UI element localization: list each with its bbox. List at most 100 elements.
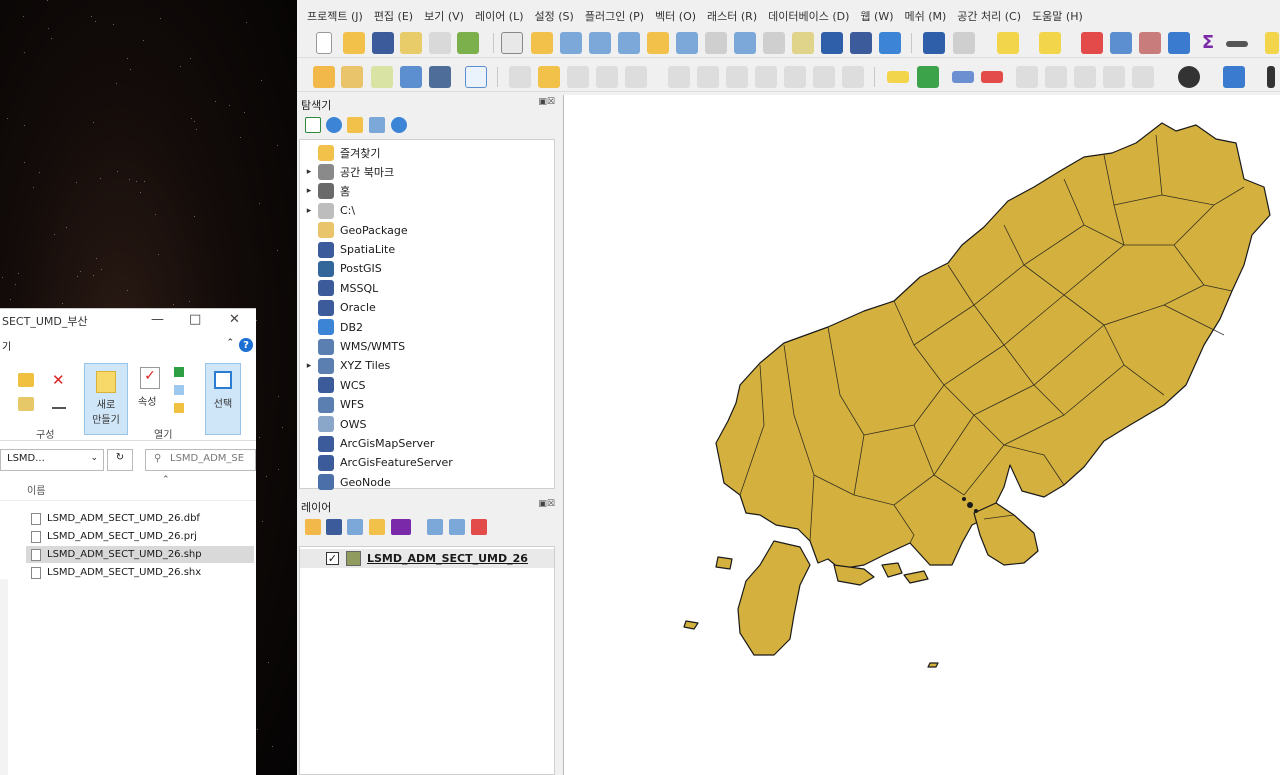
identify-icon[interactable]: [923, 32, 945, 54]
address-bar[interactable]: LSMD... ⌄: [0, 449, 104, 471]
show-hide-labels-icon[interactable]: [1103, 66, 1125, 88]
layer-visibility-checkbox[interactable]: ✓: [326, 552, 339, 565]
highlight-labels-icon[interactable]: [981, 71, 1003, 83]
browser-item[interactable]: MSSQL: [300, 279, 554, 298]
nav-pane-scrollbar[interactable]: [0, 579, 8, 775]
browser-item[interactable]: ▸ XYZ Tiles: [300, 356, 554, 375]
toolbar-overflow-icon[interactable]: [1267, 66, 1275, 88]
save-as-icon[interactable]: [400, 32, 422, 54]
new-spatialite-icon[interactable]: [400, 66, 422, 88]
browser-item[interactable]: GeoNode: [300, 473, 554, 492]
new-map-view-icon[interactable]: [792, 32, 814, 54]
browser-item[interactable]: GeoPackage: [300, 221, 554, 240]
browser-item[interactable]: Oracle: [300, 298, 554, 317]
browser-item[interactable]: ▸ 공간 북마크: [300, 162, 554, 181]
refresh-icon[interactable]: [879, 32, 901, 54]
redo-icon[interactable]: [842, 66, 864, 88]
print-layout-icon[interactable]: [429, 32, 451, 54]
qms-plugin-icon[interactable]: [1178, 66, 1200, 88]
save-edits-icon[interactable]: [567, 66, 589, 88]
expand-arrow-icon[interactable]: ▸: [300, 361, 318, 371]
new-geopackage-icon[interactable]: [341, 66, 363, 88]
zoom-native-icon[interactable]: [705, 32, 727, 54]
layer-styling-icon[interactable]: [305, 519, 321, 535]
copy-icon[interactable]: [755, 66, 777, 88]
current-edits-icon[interactable]: [509, 66, 531, 88]
layers-tree[interactable]: ✓ LSMD_ADM_SECT_UMD_26: [299, 546, 555, 775]
browser-item[interactable]: ▸ C:\: [300, 201, 554, 220]
refresh-browser-icon[interactable]: [326, 117, 342, 133]
cut-icon[interactable]: [726, 66, 748, 88]
change-label-icon[interactable]: [1074, 66, 1096, 88]
python-console-icon[interactable]: [1223, 66, 1245, 88]
panel-float-close-icon[interactable]: ▣☒: [538, 97, 555, 107]
collapse-all-icon[interactable]: [369, 117, 385, 133]
properties-label[interactable]: 속성: [138, 393, 156, 408]
layer-symbol-swatch[interactable]: [346, 551, 361, 566]
measure-icon[interactable]: [1226, 41, 1248, 47]
browser-item[interactable]: 즐겨찾기: [300, 143, 554, 162]
zoom-selection-icon[interactable]: [647, 32, 669, 54]
close-icon[interactable]: ✕: [229, 312, 240, 327]
new-temp-layer-icon[interactable]: [429, 66, 451, 88]
zoom-next-icon[interactable]: [763, 32, 785, 54]
temporal-controller-icon[interactable]: [821, 32, 843, 54]
run-action-icon[interactable]: [953, 32, 975, 54]
layer-name[interactable]: LSMD_ADM_SECT_UMD_26: [367, 552, 528, 565]
help-icon[interactable]: ?: [239, 338, 253, 352]
zoom-last-icon[interactable]: [734, 32, 756, 54]
expand-all-icon[interactable]: [427, 519, 443, 535]
copy-to-icon[interactable]: [18, 397, 34, 411]
layer-row[interactable]: ✓ LSMD_ADM_SECT_UMD_26: [300, 549, 554, 568]
style-manager-icon[interactable]: [457, 32, 479, 54]
file-row[interactable]: LSMD_ADM_SECT_UMD_26.prj: [26, 528, 254, 545]
vertex-tool-icon[interactable]: [625, 66, 647, 88]
toggle-editing-icon[interactable]: [538, 66, 560, 88]
minimize-icon[interactable]: —: [151, 312, 164, 327]
browser-tree[interactable]: 즐겨찾기 ▸ 공간 북마크 ▸ 홈 ▸ C:\ GeoPackage SpatiaLite Pos…: [299, 139, 555, 492]
map-tips-icon[interactable]: [1265, 32, 1279, 54]
zoom-full-icon[interactable]: [618, 32, 640, 54]
pan-to-selection-icon[interactable]: [531, 32, 553, 54]
move-label-icon[interactable]: [1016, 66, 1038, 88]
file-row[interactable]: LSMD_ADM_SECT_UMD_26.shx: [26, 564, 254, 581]
column-name-header[interactable]: 이름: [27, 482, 45, 497]
select-features-icon[interactable]: [997, 32, 1019, 54]
statistics-icon[interactable]: [1139, 32, 1161, 54]
digitize-icon[interactable]: [596, 66, 618, 88]
zoom-layer-icon[interactable]: [676, 32, 698, 54]
panel-float-close-icon[interactable]: ▣☒: [538, 499, 555, 509]
filter-legend-icon[interactable]: [369, 519, 385, 535]
history-icon[interactable]: [174, 403, 184, 413]
expand-arrow-icon[interactable]: ▸: [300, 186, 318, 196]
label-properties-icon[interactable]: [1132, 66, 1154, 88]
sum-icon[interactable]: Σ: [1197, 32, 1219, 54]
browser-item[interactable]: PostGIS: [300, 259, 554, 278]
file-row-selected[interactable]: LSMD_ADM_SECT_UMD_26.shp: [26, 546, 254, 563]
delete-icon[interactable]: ✕: [52, 371, 65, 389]
open-icon[interactable]: [174, 367, 184, 377]
manage-visibility-icon[interactable]: [347, 519, 363, 535]
add-group-icon[interactable]: [326, 519, 342, 535]
browser-item[interactable]: SpatiaLite: [300, 240, 554, 259]
ribbon-tab[interactable]: 기: [2, 338, 11, 353]
save-project-icon[interactable]: [372, 32, 394, 54]
browser-item[interactable]: OWS: [300, 415, 554, 434]
edit-icon[interactable]: [174, 385, 184, 395]
browser-item[interactable]: ▸ 홈: [300, 182, 554, 201]
paste-icon[interactable]: [784, 66, 806, 88]
rotate-label-icon[interactable]: [1045, 66, 1067, 88]
diagram-icon[interactable]: [917, 66, 939, 88]
new-project-icon[interactable]: [316, 32, 332, 54]
zoom-in-icon[interactable]: [560, 32, 582, 54]
modify-attributes-icon[interactable]: [668, 66, 690, 88]
rename-icon[interactable]: [52, 397, 66, 409]
search-input[interactable]: ⚲ LSMD_ADM_SE: [145, 449, 256, 471]
move-to-icon[interactable]: [18, 373, 34, 387]
pan-icon[interactable]: [501, 32, 523, 54]
filter-expression-icon[interactable]: [391, 519, 411, 535]
maximize-icon[interactable]: □: [189, 312, 201, 327]
browser-item[interactable]: WMS/WMTS: [300, 337, 554, 356]
zoom-out-icon[interactable]: [589, 32, 611, 54]
vector-layer-icon[interactable]: [465, 66, 487, 88]
